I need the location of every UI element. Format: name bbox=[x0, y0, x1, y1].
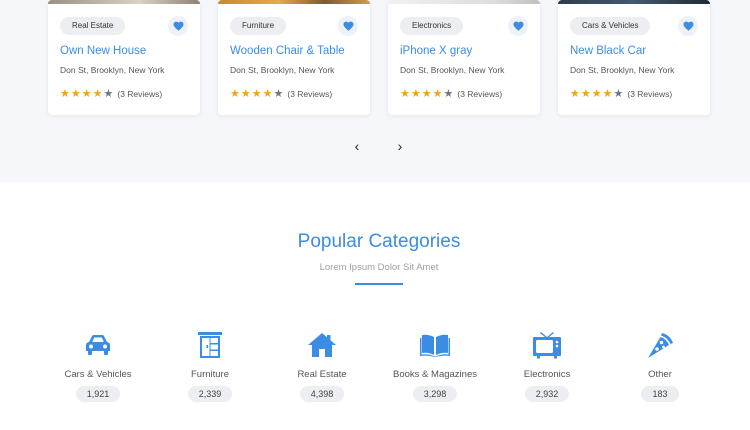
star-rating: ★ ★ ★ ★ ★ (3 Reviews) bbox=[570, 88, 672, 100]
star-icon: ★ bbox=[240, 88, 251, 100]
review-count: (3 Reviews) bbox=[627, 89, 673, 99]
listing-address: Don St, Brooklyn, New York bbox=[400, 65, 505, 75]
listing-image[interactable] bbox=[558, 0, 710, 4]
listing-title[interactable]: Wooden Chair & Table bbox=[230, 45, 345, 57]
star-icon: ★ bbox=[580, 88, 591, 100]
star-icon: ★ bbox=[400, 88, 410, 100]
category-label: Cars & Vehicles bbox=[64, 369, 132, 380]
category-badge[interactable]: Real Estate bbox=[60, 17, 126, 35]
category-count: 2,932 bbox=[524, 386, 570, 402]
category-count: 3,298 bbox=[412, 386, 458, 402]
category-badge[interactable]: Furniture bbox=[230, 17, 287, 35]
category-badge[interactable]: Cars & Vehicles bbox=[570, 17, 651, 35]
listing-image[interactable] bbox=[388, 0, 540, 4]
section-title: Popular Categories bbox=[297, 231, 461, 252]
category-real-estate[interactable]: Real Estate 4,398 bbox=[266, 330, 378, 402]
listing-card[interactable]: Cars & Vehicles New Black Car Don St, Br… bbox=[558, 0, 710, 115]
review-count: (3 Reviews) bbox=[457, 89, 503, 99]
listing-title[interactable]: iPhone X gray bbox=[400, 45, 472, 57]
category-count: 183 bbox=[641, 386, 679, 402]
favorite-button[interactable] bbox=[678, 16, 698, 36]
favorite-button[interactable] bbox=[508, 16, 528, 36]
listing-title[interactable]: New Black Car bbox=[570, 45, 646, 57]
category-badge[interactable]: Electronics bbox=[400, 17, 464, 35]
star-rating: ★ ★ ★ ★ ★ (3 Reviews) bbox=[400, 88, 502, 100]
category-count: 1,921 bbox=[75, 386, 121, 402]
star-icon: ★ bbox=[410, 88, 421, 100]
chevron-left-icon[interactable]: ‹ bbox=[349, 138, 365, 154]
category-cars-vehicles[interactable]: Cars & Vehicles 1,921 bbox=[42, 330, 154, 402]
tv-icon bbox=[533, 332, 561, 359]
listing-cards: Real Estate Own New House Don St, Brookl… bbox=[48, 0, 711, 115]
star-empty-icon: ★ bbox=[443, 88, 454, 100]
star-icon: ★ bbox=[591, 88, 602, 100]
heart-icon bbox=[683, 21, 693, 31]
star-empty-icon: ★ bbox=[273, 88, 284, 100]
chevron-right-icon[interactable]: › bbox=[392, 138, 408, 154]
star-rating: ★ ★ ★ ★ ★ (3 Reviews) bbox=[230, 88, 332, 100]
heart-icon bbox=[173, 21, 183, 31]
star-icon: ★ bbox=[432, 88, 443, 100]
house-icon bbox=[308, 333, 336, 357]
favorite-button[interactable] bbox=[168, 16, 188, 36]
section-subtitle: Lorem Ipsum Dolor Sit Amet bbox=[319, 262, 439, 273]
category-label: Books & Magazines bbox=[393, 369, 477, 380]
star-empty-icon: ★ bbox=[103, 88, 114, 100]
listing-image[interactable] bbox=[218, 0, 370, 4]
category-label: Other bbox=[648, 369, 672, 380]
listing-address: Don St, Brooklyn, New York bbox=[230, 65, 335, 75]
category-count: 4,398 bbox=[299, 386, 345, 402]
pizza-icon bbox=[648, 333, 673, 358]
review-count: (3 Reviews) bbox=[117, 89, 163, 99]
star-icon: ★ bbox=[602, 88, 613, 100]
listing-card[interactable]: Real Estate Own New House Don St, Brookl… bbox=[48, 0, 200, 115]
category-label: Real Estate bbox=[297, 369, 347, 380]
listing-address: Don St, Brooklyn, New York bbox=[570, 65, 675, 75]
listing-image[interactable] bbox=[48, 0, 200, 4]
category-furniture[interactable]: Furniture 2,339 bbox=[154, 330, 266, 402]
star-empty-icon: ★ bbox=[613, 88, 624, 100]
star-icon: ★ bbox=[251, 88, 262, 100]
heart-icon bbox=[343, 21, 353, 31]
heart-icon bbox=[513, 21, 523, 31]
category-other[interactable]: Other 183 bbox=[604, 330, 716, 402]
listing-card[interactable]: Furniture Wooden Chair & Table Don St, B… bbox=[218, 0, 370, 115]
star-icon: ★ bbox=[230, 88, 240, 100]
star-icon: ★ bbox=[81, 88, 92, 100]
car-icon bbox=[86, 335, 110, 355]
star-icon: ★ bbox=[570, 88, 580, 100]
category-count: 2,339 bbox=[187, 386, 233, 402]
star-icon: ★ bbox=[421, 88, 432, 100]
star-icon: ★ bbox=[70, 88, 81, 100]
star-rating: ★ ★ ★ ★ ★ (3 Reviews) bbox=[60, 88, 162, 100]
title-underline bbox=[355, 283, 403, 285]
category-label: Furniture bbox=[190, 369, 229, 380]
favorite-button[interactable] bbox=[338, 16, 358, 36]
category-electronics[interactable]: Electronics 2,932 bbox=[491, 330, 603, 402]
category-books-magazines[interactable]: Books & Magazines 3,298 bbox=[379, 330, 491, 402]
book-icon bbox=[420, 334, 450, 357]
wardrobe-icon bbox=[198, 332, 222, 358]
listing-card[interactable]: Electronics iPhone X gray Don St, Brookl… bbox=[388, 0, 540, 115]
star-icon: ★ bbox=[262, 88, 273, 100]
listing-title[interactable]: Own New House bbox=[60, 45, 146, 57]
star-icon: ★ bbox=[92, 88, 103, 100]
category-label: Electronics bbox=[523, 369, 571, 380]
review-count: (3 Reviews) bbox=[287, 89, 333, 99]
star-icon: ★ bbox=[60, 88, 70, 100]
listing-address: Don St, Brooklyn, New York bbox=[60, 65, 165, 75]
